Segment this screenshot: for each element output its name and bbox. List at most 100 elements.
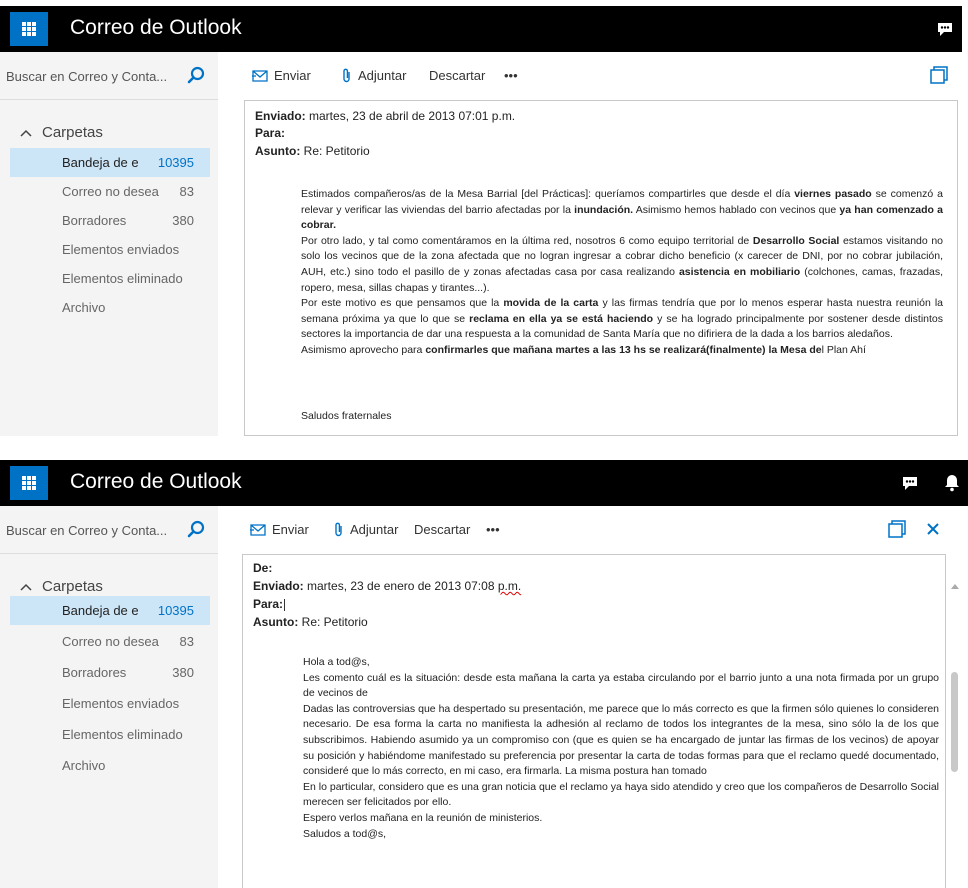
folders-header[interactable]: Carpetas (20, 578, 103, 595)
folder-label: Elementos eliminado (62, 271, 183, 286)
chevron-up-icon (20, 583, 32, 591)
bell-icon[interactable] (942, 473, 962, 493)
message-compose-pane[interactable]: De: Enviado: martes, 23 de enero de 2013… (242, 554, 946, 888)
popout-icon[interactable] (930, 66, 948, 84)
closing-line: Saludos fraternales (301, 410, 392, 422)
folder-sidebar: Carpetas Bandeja de e 10395 Correo no de… (0, 100, 218, 436)
folder-label: Correo no desea (62, 184, 159, 199)
chat-icon[interactable] (900, 473, 920, 493)
message-compose-pane[interactable]: Enviado: martes, 23 de abril de 2013 07:… (244, 100, 958, 436)
folder-count: 380 (172, 213, 194, 228)
folder-label: Bandeja de e (62, 155, 139, 170)
folder-drafts[interactable]: Borradores 380 (10, 658, 210, 687)
more-button[interactable]: ••• (486, 522, 500, 537)
attach-label: Adjuntar (350, 522, 399, 537)
body-paragraph: En lo particular, considero que es una g… (303, 780, 939, 809)
chevron-up-icon (20, 129, 32, 137)
body-paragraph: Estimados compañeros/as de la Mesa Barri… (301, 188, 944, 232)
search-icon[interactable] (186, 66, 206, 86)
folder-junk[interactable]: Correo no desea 83 (10, 627, 210, 656)
folder-inbox[interactable]: Bandeja de e 10395 (10, 148, 210, 177)
to-field[interactable]: Para: (253, 597, 286, 611)
folder-sent[interactable]: Elementos enviados (10, 235, 210, 264)
scrollbar[interactable] (948, 580, 962, 886)
outlook-window-1: Correo de Outlook Carpetas Bandeja de e … (0, 6, 968, 436)
app-title: Correo de Outlook (70, 16, 242, 39)
outlook-window-2: Correo de Outlook Carpetas Bandeja de e … (0, 460, 968, 888)
send-button[interactable]: Enviar (250, 522, 309, 537)
more-button[interactable]: ••• (504, 68, 518, 83)
search-input[interactable] (6, 67, 181, 85)
paperclip-icon (335, 522, 342, 537)
discard-button[interactable]: Descartar (414, 522, 470, 537)
paperclip-icon (343, 68, 350, 83)
folder-label: Correo no desea (62, 634, 159, 649)
folder-label: Borradores (62, 213, 127, 228)
send-button[interactable]: Enviar (252, 68, 311, 83)
folder-sent[interactable]: Elementos enviados (10, 689, 210, 718)
folder-label: Borradores (62, 665, 127, 680)
body-paragraph: Espero verlos mañana en la reunión de mi… (303, 811, 543, 824)
folders-header[interactable]: Carpetas (20, 124, 103, 141)
top-bar: Correo de Outlook (0, 460, 968, 506)
discard-button[interactable]: Descartar (429, 68, 485, 83)
command-bar: Enviar Adjuntar Descartar ••• (218, 506, 968, 554)
folder-junk[interactable]: Correo no desea 83 (10, 177, 210, 206)
command-bar: Enviar Adjuntar Descartar ••• (218, 52, 968, 100)
more-label: ••• (486, 522, 500, 537)
discard-label: Descartar (429, 68, 486, 83)
folders-header-label: Carpetas (42, 578, 103, 595)
scroll-thumb[interactable] (951, 672, 958, 772)
popout-icon[interactable] (888, 520, 906, 538)
text-caret (284, 598, 286, 611)
folder-sidebar: Carpetas Bandeja de e 10395 Correo no de… (0, 554, 218, 888)
subject-field[interactable]: Asunto: Re: Petitorio (255, 144, 370, 158)
body-paragraph: Por otro lado, y tal como comentáramos e… (301, 234, 944, 294)
folder-count: 10395 (157, 603, 194, 618)
app-launcher-icon[interactable] (10, 12, 48, 46)
app-launcher-icon[interactable] (10, 466, 48, 500)
folder-deleted[interactable]: Elementos eliminado (10, 720, 210, 749)
folder-label: Elementos enviados (62, 696, 180, 711)
body-paragraph: Por este motivo es que pensamos que la m… (301, 297, 944, 341)
search-icon[interactable] (186, 520, 206, 540)
send-label: Enviar (274, 68, 311, 83)
message-body[interactable]: Hola a tod@s, Les comento cuál es la sit… (303, 655, 939, 842)
scroll-up-arrow[interactable] (951, 584, 959, 589)
attach-button[interactable]: Adjuntar (334, 522, 398, 537)
send-label: Enviar (272, 522, 309, 537)
body-paragraph: Asimismo aprovecho para confirmarles que… (301, 343, 866, 356)
search-bar (0, 52, 218, 100)
attach-button[interactable]: Adjuntar (342, 68, 406, 83)
to-field[interactable]: Para: (255, 126, 285, 140)
folder-label: Archivo (62, 300, 106, 315)
folder-count: 10395 (157, 155, 194, 170)
body-paragraph: Les comento cuál es la situación: desde … (303, 671, 939, 700)
folder-drafts[interactable]: Borradores 380 (10, 206, 210, 235)
folder-label: Bandeja de e (62, 603, 139, 618)
body-greeting: Hola a tod@s, (303, 656, 370, 668)
from-field[interactable]: De: (253, 561, 272, 575)
discard-label: Descartar (414, 522, 471, 537)
body-paragraph: Dadas las controversias que ha despertad… (303, 702, 939, 778)
send-icon (252, 69, 268, 82)
sent-field: Enviado: martes, 23 de enero de 2013 07:… (253, 579, 522, 593)
attach-label: Adjuntar (358, 68, 407, 83)
app-title: Correo de Outlook (70, 470, 242, 493)
folder-label: Elementos enviados (62, 242, 180, 257)
folder-count: 83 (179, 634, 194, 649)
search-input[interactable] (6, 521, 181, 539)
close-icon[interactable] (924, 520, 942, 538)
folder-label: Elementos eliminado (62, 727, 183, 742)
folder-deleted[interactable]: Elementos eliminado (10, 264, 210, 293)
message-body[interactable]: Estimados compañeros/as de la Mesa Barri… (301, 187, 943, 359)
folder-inbox[interactable]: Bandeja de e 10395 (10, 596, 210, 625)
closing-line: Saludos a tod@s, (303, 827, 387, 840)
folder-archive[interactable]: Archivo (10, 751, 210, 780)
folders-header-label: Carpetas (42, 124, 103, 141)
folder-archive[interactable]: Archivo (10, 293, 210, 322)
search-bar (0, 506, 218, 554)
sent-field: Enviado: martes, 23 de abril de 2013 07:… (255, 109, 516, 123)
chat-icon[interactable] (935, 19, 955, 39)
subject-field[interactable]: Asunto: Re: Petitorio (253, 615, 368, 629)
